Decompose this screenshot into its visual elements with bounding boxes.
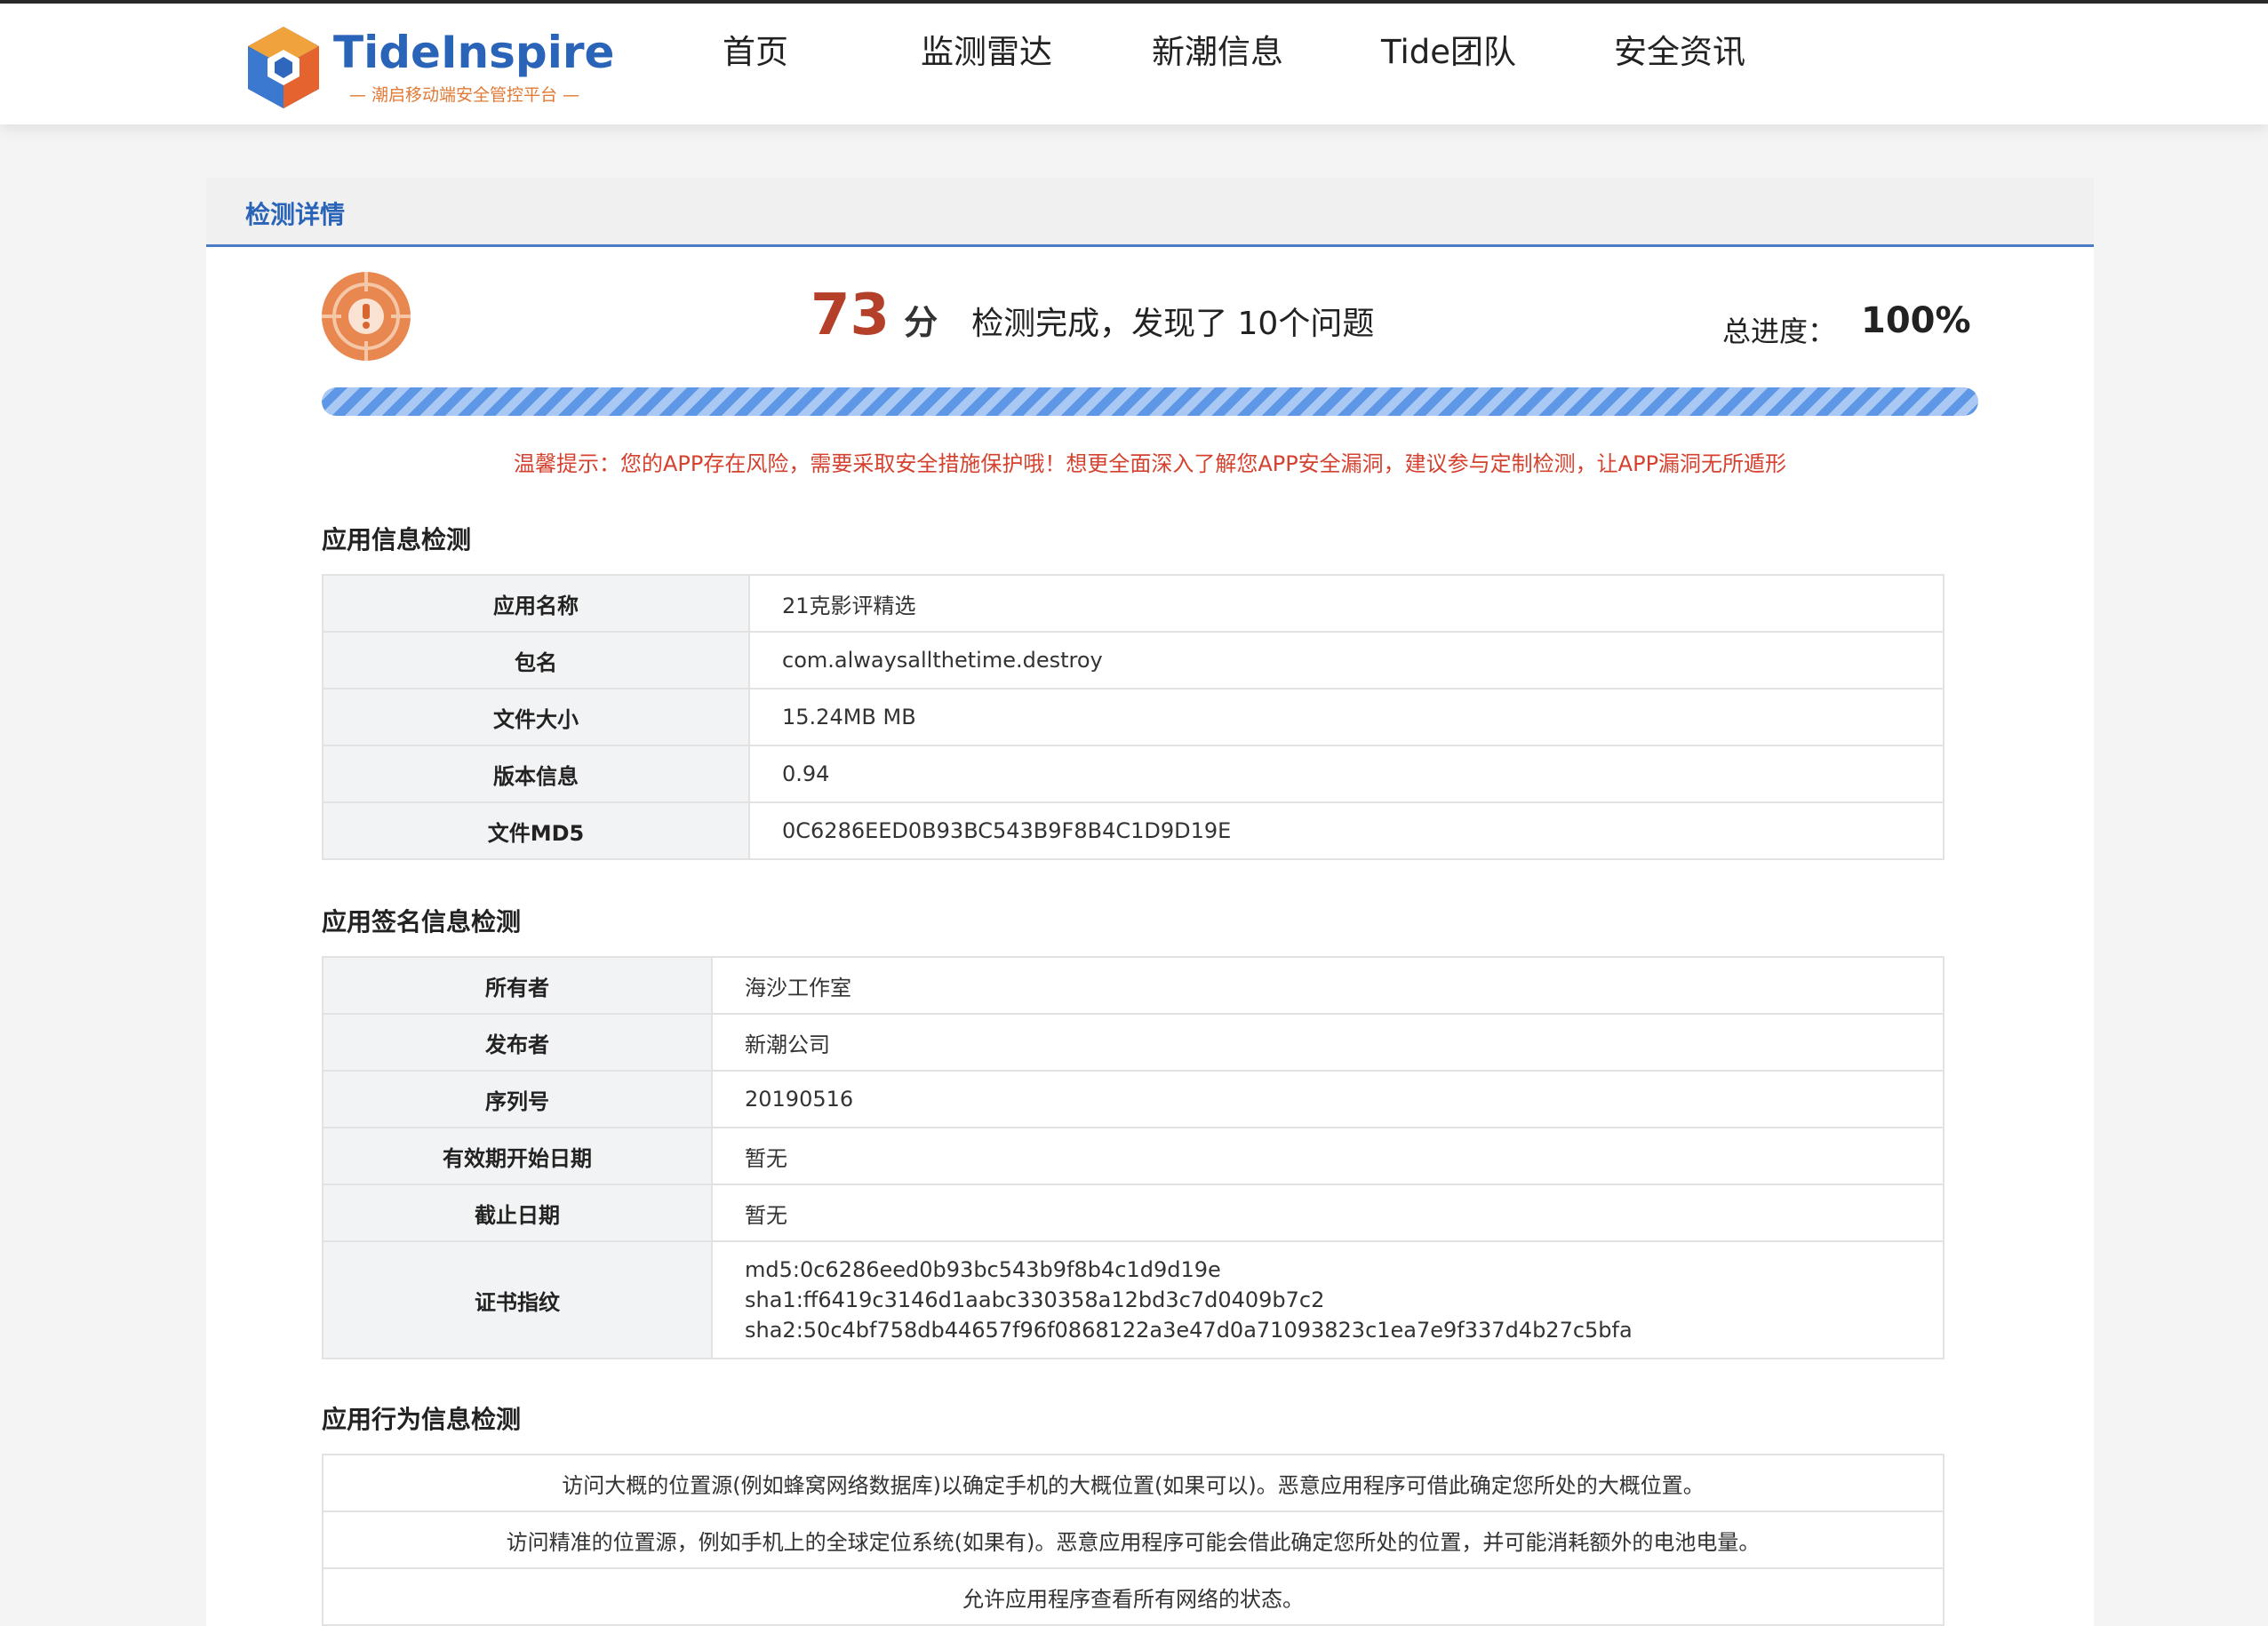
row-value: 15.24MB MB <box>748 688 1945 746</box>
nav-home[interactable]: 首页 <box>640 4 871 124</box>
row-value: 暂无 <box>711 1184 1945 1242</box>
table-row: 包名 com.alwaysallthetime.destroy <box>322 631 1945 689</box>
table-row: 版本信息 0.94 <box>322 745 1945 803</box>
row-value: 0C6286EED0B93BC543B9F8B4C1D9D19E <box>748 801 1945 860</box>
behavior-item: 允许应用程序查看所有网络的状态。 <box>322 1567 1945 1626</box>
table-row: 访问大概的位置源(例如蜂窝网络数据库)以确定手机的大概位置(如果可以)。恶意应用… <box>322 1454 1945 1512</box>
row-value: 新潮公司 <box>711 1013 1945 1072</box>
app-info-table: 应用名称 21克影评精选 包名 com.alwaysallthetime.des… <box>322 574 1945 860</box>
table-row: 序列号 20190516 <box>322 1070 1945 1128</box>
behavior-table: 访问大概的位置源(例如蜂窝网络数据库)以确定手机的大概位置(如果可以)。恶意应用… <box>322 1454 1945 1626</box>
table-row: 文件MD5 0C6286EED0B93BC543B9F8B4C1D9D19E <box>322 801 1945 860</box>
progress-bar <box>322 387 1978 416</box>
exclamation-target-icon <box>322 272 411 361</box>
table-row: 应用名称 21克影评精选 <box>322 574 1945 633</box>
row-label: 应用名称 <box>322 574 750 633</box>
row-value: 海沙工作室 <box>711 956 1945 1015</box>
score-value: 73 <box>811 283 890 348</box>
warning-tip: 温馨提示：您的APP存在风险，需要采取安全措施保护哦！想更全面深入了解您APP安… <box>513 451 1787 476</box>
row-value: 暂无 <box>711 1127 1945 1185</box>
row-value: 20190516 <box>711 1070 1945 1128</box>
progress-fill <box>322 387 1978 416</box>
row-label: 截止日期 <box>322 1184 713 1242</box>
score-unit: 分 <box>904 303 938 342</box>
table-row: 访问精准的位置源，例如手机上的全球定位系统(如果有)。恶意应用程序可能会借此确定… <box>322 1510 1945 1569</box>
detection-message: 检测完成，发现了 10个问题 <box>971 306 1375 342</box>
nav-security-news[interactable]: 安全资讯 <box>1564 4 1795 124</box>
main-nav: 首页 监测雷达 新潮信息 Tide团队 安全资讯 <box>640 4 1795 124</box>
row-label: 文件大小 <box>322 688 750 746</box>
site-header: TideInspire — 潮启移动端安全管控平台 — 首页 监测雷达 新潮信息… <box>0 4 2268 124</box>
sign-info-title: 应用签名信息检测 <box>322 907 522 937</box>
brand-logo[interactable]: TideInspire — 潮启移动端安全管控平台 — <box>244 21 614 114</box>
detail-panel: 检测详情 73 分 检测完成，发现了 10个问题 总进度： 100% 温馨提示：… <box>206 178 2094 1626</box>
row-label: 所有者 <box>322 956 713 1015</box>
row-label: 发布者 <box>322 1013 713 1072</box>
app-info-title: 应用信息检测 <box>322 525 472 554</box>
nav-radar[interactable]: 监测雷达 <box>871 4 1102 124</box>
row-label: 包名 <box>322 631 750 689</box>
table-row: 截止日期 暂无 <box>322 1184 1945 1242</box>
table-row: 允许应用程序查看所有网络的状态。 <box>322 1567 1945 1626</box>
brand-tagline: — 潮启移动端安全管控平台 — <box>349 85 580 105</box>
brand-name: TideInspire <box>333 27 615 78</box>
behavior-item: 访问精准的位置源，例如手机上的全球定位系统(如果有)。恶意应用程序可能会借此确定… <box>322 1510 1945 1569</box>
row-label: 证书指纹 <box>322 1240 713 1359</box>
tab-detection-detail[interactable]: 检测详情 <box>245 195 345 231</box>
behavior-item: 访问大概的位置源(例如蜂窝网络数据库)以确定手机的大概位置(如果可以)。恶意应用… <box>322 1454 1945 1512</box>
sign-info-table: 所有者 海沙工作室 发布者 新潮公司 序列号 20190516 有效期开始日期 … <box>322 956 1945 1359</box>
row-value: 21克影评精选 <box>748 574 1945 633</box>
nav-news[interactable]: 新潮信息 <box>1102 4 1333 124</box>
table-row: 所有者 海沙工作室 <box>322 956 1945 1015</box>
tab-bar: 检测详情 <box>206 178 2094 247</box>
row-label: 文件MD5 <box>322 801 750 860</box>
row-value: com.alwaysallthetime.destroy <box>748 631 1945 689</box>
cube-logo-icon <box>248 27 319 108</box>
score-summary: 73 分 检测完成，发现了 10个问题 <box>811 283 1374 348</box>
nav-team[interactable]: Tide团队 <box>1333 4 1564 124</box>
row-label: 序列号 <box>322 1070 713 1128</box>
fingerprint-md5: md5:0c6286eed0b93bc543b9f8b4c1d9d19e <box>745 1257 1221 1282</box>
table-row: 有效期开始日期 暂无 <box>322 1127 1945 1185</box>
row-value: 0.94 <box>748 745 1945 803</box>
progress-label: 总进度： <box>1722 315 1837 348</box>
progress-value: 100% <box>1861 300 1971 341</box>
cert-fingerprint: md5:0c6286eed0b93bc543b9f8b4c1d9d19e sha… <box>711 1240 1945 1359</box>
table-row: 证书指纹 md5:0c6286eed0b93bc543b9f8b4c1d9d19… <box>322 1240 1945 1359</box>
table-row: 发布者 新潮公司 <box>322 1013 1945 1072</box>
behavior-info-title: 应用行为信息检测 <box>322 1405 522 1434</box>
fingerprint-sha2: sha2:50c4bf758db44657f96f0868122a3e47d0a… <box>745 1318 1633 1343</box>
fingerprint-sha1: sha1:ff6419c3146d1aabc330358a12bd3c7d040… <box>745 1287 1325 1312</box>
row-label: 有效期开始日期 <box>322 1127 713 1185</box>
table-row: 文件大小 15.24MB MB <box>322 688 1945 746</box>
row-label: 版本信息 <box>322 745 750 803</box>
